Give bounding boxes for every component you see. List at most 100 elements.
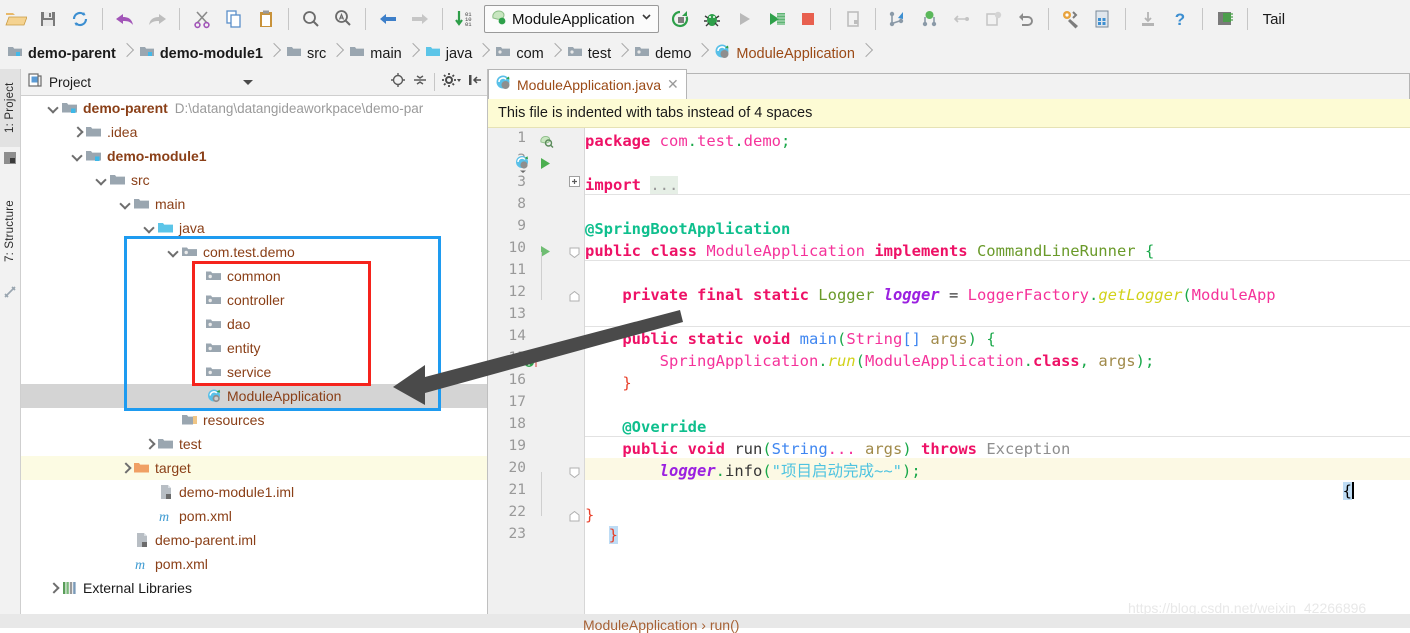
tree-node-resources[interactable]: resources — [21, 408, 487, 432]
run-gutter-icon[interactable] — [538, 156, 553, 176]
stop-icon[interactable] — [793, 4, 823, 34]
hide-icon[interactable] — [467, 72, 483, 93]
breadcrumb-item-demo[interactable]: demo — [627, 38, 696, 69]
tree-node-pom-xml[interactable]: m pom.xml — [21, 552, 487, 576]
chevron-right-icon[interactable] — [71, 126, 84, 139]
close-icon[interactable]: ✕ — [667, 76, 679, 93]
fold-region-end-icon[interactable] — [569, 289, 580, 307]
editor-status-breadcrumb[interactable]: ModuleApplication › run() — [583, 617, 739, 633]
debug-icon[interactable] — [697, 4, 727, 34]
fold-region-start-icon[interactable] — [569, 465, 580, 483]
tree-node-src[interactable]: src — [21, 168, 487, 192]
vcs-commit-icon[interactable] — [915, 4, 945, 34]
tree-node--idea[interactable]: .idea — [21, 120, 487, 144]
back-icon[interactable] — [373, 4, 403, 34]
help-icon[interactable]: ? — [1165, 4, 1195, 34]
package-icon — [567, 44, 583, 63]
tree-node-target[interactable]: target — [21, 456, 487, 480]
breadcrumb-item-src[interactable]: src — [279, 38, 331, 69]
breadcrumb-item-java[interactable]: java — [418, 38, 478, 69]
project-structure-icon[interactable] — [1088, 4, 1118, 34]
tool-window-project[interactable]: 1: Project — [0, 69, 20, 147]
undo-icon[interactable] — [110, 4, 140, 34]
tree-node-java[interactable]: java — [21, 216, 487, 240]
code-token: . — [1088, 286, 1099, 304]
breadcrumb-item-test[interactable]: test — [560, 38, 616, 69]
collapse-all-icon[interactable] — [412, 72, 428, 93]
attach-profiler-icon — [838, 4, 868, 34]
tree-node-demo-module1[interactable]: demo-module1 — [21, 144, 487, 168]
tab-bar-filler — [686, 73, 1410, 99]
breadcrumb-item-demo-module1[interactable]: demo-module1 — [132, 38, 268, 69]
tree-node-demo-parent-iml[interactable]: demo-parent.iml — [21, 528, 487, 552]
line-number: 12 — [508, 284, 526, 300]
chevron-down-icon[interactable] — [71, 150, 84, 163]
locate-icon[interactable] — [390, 72, 406, 93]
chevron-down-icon[interactable] — [119, 198, 132, 211]
chevron-down-icon[interactable] — [167, 246, 180, 259]
code-token: { — [977, 330, 996, 348]
tree-node-common[interactable]: common — [21, 264, 487, 288]
code-lines[interactable]: package com.test.demo; import ... @SpringB… — [585, 128, 1410, 628]
chevron-down-icon[interactable] — [95, 174, 108, 187]
fold-region-start-icon[interactable] — [569, 245, 580, 263]
vcs-rollback-icon[interactable] — [1011, 4, 1041, 34]
chevron-down-icon[interactable] — [640, 10, 653, 28]
breadcrumb-item-com[interactable]: com — [488, 38, 548, 69]
chevron-down-icon[interactable] — [143, 222, 156, 235]
sync-icon[interactable] — [65, 4, 95, 34]
run-class-gutter-icon[interactable] — [514, 154, 533, 178]
package-icon — [634, 44, 650, 63]
breadcrumb-item-main[interactable]: main — [342, 38, 406, 69]
editor-tab-module-application[interactable]: ModuleApplication.java ✕ — [488, 69, 687, 99]
tree-node-test[interactable]: test — [21, 432, 487, 456]
chevron-right-icon[interactable] — [143, 438, 156, 451]
tree-node-service[interactable]: service — [21, 360, 487, 384]
open-folder-icon[interactable] — [1, 4, 31, 34]
find-icon[interactable] — [296, 4, 326, 34]
settings-gear-icon[interactable] — [441, 72, 461, 93]
tree-node-main[interactable]: main — [21, 192, 487, 216]
compile-icon[interactable]: 01 10 01 — [450, 4, 480, 34]
run-configuration-selector[interactable]: ModuleApplication — [484, 5, 659, 33]
tree-node-label: demo-module1 — [107, 148, 207, 164]
cut-icon[interactable] — [187, 4, 217, 34]
chevron-down-icon[interactable] — [47, 102, 60, 115]
tree-node-demo-module1-iml[interactable]: demo-module1.iml — [21, 480, 487, 504]
tail-label[interactable]: Tail — [1263, 11, 1286, 28]
tree-node-pom-xml[interactable]: m pom.xml — [21, 504, 487, 528]
chevron-right-icon[interactable] — [47, 582, 60, 595]
breadcrumb-item-demo-parent[interactable]: demo-parent — [0, 38, 121, 69]
tree-node-entity[interactable]: entity — [21, 336, 487, 360]
vcs-update-icon[interactable] — [883, 4, 913, 34]
tree-node-demo-parent[interactable]: demo-parent D:\datang\datangideaworkpace\… — [21, 96, 487, 120]
tool-window-structure[interactable]: 7: Structure — [0, 181, 20, 281]
project-window-icon[interactable] — [3, 151, 17, 165]
rerun-icon[interactable] — [665, 4, 695, 34]
save-chip-icon[interactable] — [1210, 4, 1240, 34]
code-token: ; — [911, 462, 921, 480]
save-all-icon[interactable] — [33, 4, 63, 34]
replace-icon[interactable] — [328, 4, 358, 34]
tree-node-controller[interactable]: controller — [21, 288, 487, 312]
code-area[interactable]: 123891011121314151617181920212223 I — [488, 128, 1410, 628]
chevron-down-icon[interactable] — [243, 80, 253, 85]
structure-window-icon[interactable] — [3, 285, 17, 299]
tree-node-com-test-demo[interactable]: com.test.demo — [21, 240, 487, 264]
tree-node-external-libraries[interactable]: External Libraries — [21, 576, 487, 600]
tree-node-label: .idea — [107, 124, 138, 140]
copy-icon[interactable] — [219, 4, 249, 34]
chevron-right-icon[interactable] — [119, 462, 132, 475]
module-icon — [139, 44, 155, 63]
code-token: [] — [902, 330, 921, 348]
tree-node-moduleapplication[interactable]: ModuleApplication — [21, 384, 487, 408]
paste-icon[interactable] — [251, 4, 281, 34]
fold-expand-icon[interactable] — [569, 174, 580, 192]
code-line-19-tail: { — [1268, 458, 1354, 524]
tree-node-dao[interactable]: dao — [21, 312, 487, 336]
override-method-icon[interactable]: I — [523, 353, 542, 375]
breadcrumb-item-module-application[interactable]: ModuleApplication — [707, 38, 860, 69]
run-coverage-icon[interactable] — [761, 4, 791, 34]
settings-icon[interactable] — [1056, 4, 1086, 34]
bean-icon[interactable] — [538, 132, 555, 154]
